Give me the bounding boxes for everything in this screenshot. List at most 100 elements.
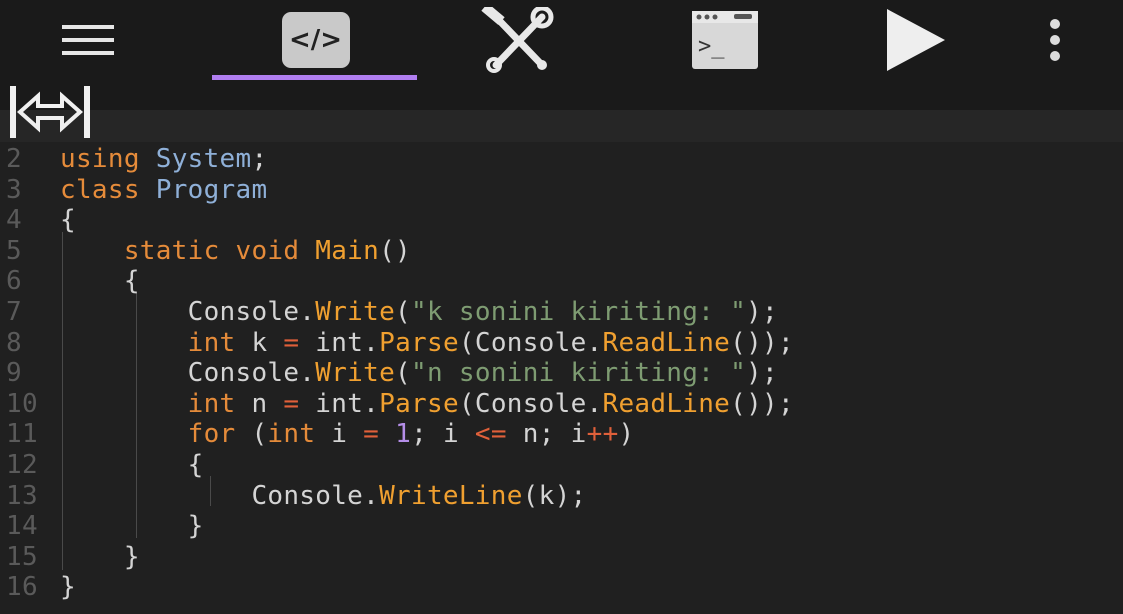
code-line[interactable]: 14 } (0, 511, 1123, 542)
code-token: 1 (395, 419, 412, 450)
code-token: ( (395, 297, 412, 327)
play-icon[interactable] (880, 0, 950, 80)
wrench-hammer-icon[interactable] (478, 0, 558, 80)
code-token: ( (395, 358, 412, 389)
code-token: { (60, 205, 76, 236)
line-number: 15 (6, 541, 38, 572)
code-token: ++ (586, 419, 619, 450)
code-token: int (60, 388, 252, 419)
line-number: 7 (6, 297, 22, 327)
code-text: using System; (60, 144, 267, 175)
code-editor[interactable]: 2 using System; 3 class Program 4{5 static v… (0, 142, 1123, 614)
code-token: Parse (379, 327, 459, 358)
code-text: Console.Write("n sonini kiriting: "); (60, 358, 778, 389)
code-token: n (251, 388, 284, 419)
line-number: 2 (6, 144, 22, 174)
terminal-prompt-text: >_ (698, 34, 725, 59)
code-line[interactable]: 8 int k = int.Parse(Console.ReadLine()); (0, 328, 1123, 359)
code-token: = (363, 419, 380, 450)
code-token: Console. (60, 480, 380, 511)
code-line[interactable]: 2 using System; (0, 144, 1123, 175)
code-token: k (251, 327, 284, 358)
code-text: } (60, 542, 140, 573)
code-token: (Console. (458, 327, 603, 358)
hamburger-menu-icon[interactable] (55, 0, 120, 80)
code-token: Main (315, 235, 380, 266)
line-number: 11 (6, 419, 38, 450)
code-line[interactable]: 16} (0, 572, 1123, 603)
line-number: 13 (6, 480, 38, 511)
code-text: } (60, 572, 76, 603)
code-token: ); (746, 358, 778, 389)
code-token: ( (251, 419, 268, 450)
code-token: { (60, 266, 140, 297)
line-number: 5 (6, 235, 22, 266)
line-number: 10 (6, 388, 38, 419)
line-number: 14 (6, 511, 38, 542)
code-token: "n sonini kiriting: " (411, 358, 747, 389)
editor-ruler (0, 110, 1123, 142)
code-line[interactable]: 3 class Program (0, 175, 1123, 206)
code-line[interactable]: 12 { (0, 450, 1123, 481)
code-line[interactable]: 10 int n = int.Parse(Console.ReadLine())… (0, 389, 1123, 420)
code-line[interactable]: 5 static void Main() (0, 236, 1123, 267)
code-token: Program (155, 174, 268, 205)
top-toolbar: </> >_ (0, 0, 1123, 80)
code-token: = (283, 327, 300, 358)
code-line[interactable]: 13 Console.WriteLine(k); (0, 481, 1123, 512)
code-token: Write (315, 297, 396, 327)
tab-code-editor[interactable]: </> (278, 0, 353, 80)
line-number: 16 (6, 572, 38, 603)
code-token: Console. (60, 297, 316, 327)
code-token: WriteLine (379, 480, 523, 511)
code-token: Parse (379, 388, 459, 419)
code-token: ()); (730, 327, 794, 358)
code-text: { (60, 266, 140, 297)
code-token: n; i (506, 419, 587, 450)
code-token: <= (474, 419, 507, 450)
code-token: ()); (730, 388, 794, 419)
code-token: using (60, 144, 156, 174)
code-text: } (60, 511, 204, 542)
code-line[interactable]: 6 { (0, 266, 1123, 297)
code-token: Console. (60, 358, 316, 389)
code-token: { (60, 450, 204, 480)
code-token: System (155, 144, 252, 174)
code-token: class (60, 174, 156, 205)
code-brackets-icon: </> (281, 12, 350, 68)
code-text: Console.WriteLine(k); (60, 481, 587, 512)
code-token: (Console. (458, 388, 603, 419)
code-token: int. (299, 327, 380, 358)
line-number: 4 (6, 205, 22, 236)
more-vertical-icon[interactable] (1040, 0, 1070, 80)
code-token: ; i (411, 419, 475, 450)
code-line[interactable]: 4{ (0, 205, 1123, 236)
code-token: } (60, 511, 204, 542)
terminal-icon[interactable]: >_ (688, 0, 762, 80)
code-token: int (267, 419, 332, 450)
code-token: ReadLine (602, 388, 731, 419)
code-token: ) (618, 419, 635, 450)
code-text: Console.Write("k sonini kiriting: "); (60, 297, 778, 328)
code-token: static void (60, 235, 316, 266)
code-token: } (60, 541, 140, 572)
code-text: { (60, 205, 76, 236)
code-line[interactable]: 11 for (int i = 1; i <= n; i++) (0, 419, 1123, 450)
code-token: ); (746, 297, 778, 327)
code-token: (k); (522, 480, 587, 511)
code-line[interactable]: 7 Console.Write("k sonini kiriting: "); (0, 297, 1123, 328)
line-number: 8 (6, 327, 22, 358)
code-token: = (283, 388, 300, 419)
code-text: static void Main() (60, 236, 411, 267)
code-line[interactable]: 9 Console.Write("n sonini kiriting: "); (0, 358, 1123, 389)
code-token: int. (299, 388, 380, 419)
code-text: { (60, 450, 204, 481)
code-token: int (60, 327, 252, 358)
code-text: for (int i = 1; i <= n; i++) (60, 419, 635, 450)
code-line[interactable]: 15 } (0, 542, 1123, 573)
resize-horizontal-icon[interactable] (8, 84, 92, 140)
code-token: "k sonini kiriting: " (411, 297, 747, 327)
code-token: for (60, 419, 252, 450)
code-token: () (379, 235, 412, 266)
editor-header (0, 80, 1123, 110)
